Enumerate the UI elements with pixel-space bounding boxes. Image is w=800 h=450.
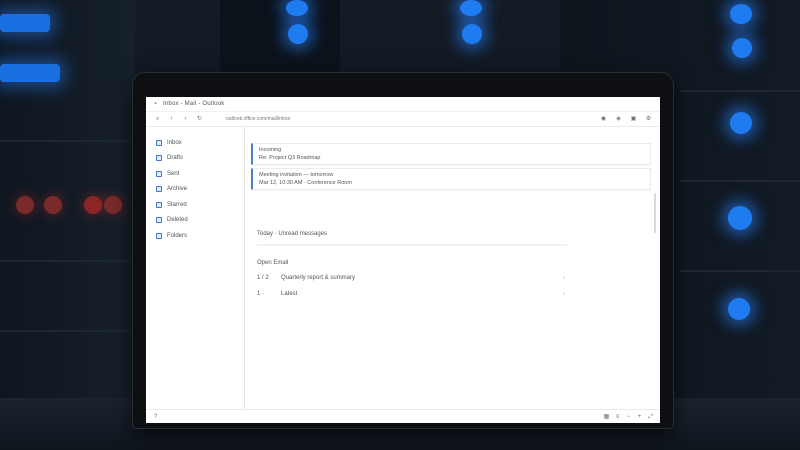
inbox-icon — [156, 139, 162, 146]
rack-shelf — [0, 140, 135, 142]
lock-icon[interactable]: ▣ — [630, 116, 637, 123]
rack-shelf — [680, 90, 800, 92]
server-light — [44, 196, 62, 214]
scrollbar[interactable] — [654, 193, 656, 233]
item-index: 1 · — [257, 291, 265, 297]
chevron-right-icon: › — [563, 291, 565, 297]
forward-icon[interactable]: › — [182, 116, 189, 123]
chevron-right-icon: › — [563, 275, 565, 281]
item-title: Quarterly report & summary — [281, 275, 356, 281]
sidebar-item-label: Inbox — [167, 139, 182, 146]
item-title: Latest — [281, 291, 298, 297]
sidebar-item-starred[interactable]: Starred — [146, 197, 244, 213]
sidebar-item-label: Sent — [167, 170, 180, 177]
eye-icon[interactable]: ◉ — [600, 116, 607, 123]
refresh-icon[interactable]: ↻ — [196, 116, 203, 123]
list-icon[interactable]: ≡ — [614, 414, 621, 421]
zoom-in-icon[interactable]: + — [636, 414, 643, 421]
server-light — [286, 0, 308, 16]
rack-shelf — [0, 260, 135, 262]
title-bar: ▪ Inbox - Mail - Outlook — [146, 97, 660, 112]
drafts-icon — [156, 155, 162, 162]
sidebar-item-archive[interactable]: Archive — [146, 182, 244, 198]
server-light — [104, 196, 122, 214]
rack-shelf — [680, 270, 800, 272]
server-light — [728, 298, 750, 320]
server-light — [462, 24, 482, 44]
sent-icon — [156, 170, 162, 177]
sidebar-item-folders[interactable]: Folders — [146, 228, 244, 244]
server-light — [0, 14, 50, 32]
section-title: Today · Unread messages — [257, 231, 328, 237]
fullscreen-icon[interactable]: ⤢ — [647, 414, 654, 421]
list-item[interactable]: 1 / 2 Quarterly report & summary › — [257, 273, 565, 283]
sidebar-item-label: Folders — [167, 232, 188, 239]
sidebar-item-drafts[interactable]: Drafts — [146, 151, 244, 167]
shield-icon[interactable]: ◈ — [615, 116, 622, 123]
list-item[interactable]: 1 · Latest › — [257, 289, 565, 299]
star-icon — [156, 201, 162, 208]
server-light — [16, 196, 34, 214]
message-sender: Incoming — [259, 147, 282, 153]
message-pane: Incoming Re: Project Q3 Roadmap Meeting … — [245, 127, 660, 409]
window-title: Inbox - Mail - Outlook — [163, 101, 225, 107]
message-sender: Meeting invitation — tomorrow — [259, 172, 334, 178]
archive-icon — [156, 186, 162, 193]
server-light — [730, 4, 752, 24]
settings-icon[interactable]: ⚙ — [645, 116, 652, 123]
zoom-out-icon[interactable]: − — [625, 414, 632, 421]
status-bar: ? ▦ ≡ − + ⤢ — [146, 409, 660, 423]
search-icon[interactable]: ⌕ — [154, 116, 161, 123]
item-index: 1 / 2 — [257, 275, 269, 281]
sidebar-item-deleted[interactable]: Deleted — [146, 213, 244, 229]
server-light — [0, 64, 60, 82]
sidebar-item-label: Starred — [167, 201, 187, 208]
server-light — [288, 24, 308, 44]
sidebar-item-label: Archive — [167, 186, 188, 193]
rack-shelf — [0, 330, 135, 332]
list-header: Open Email — [257, 260, 289, 266]
server-light — [728, 206, 752, 230]
sidebar-item-label: Drafts — [167, 155, 184, 162]
sidebar-item-inbox[interactable]: Inbox — [146, 135, 244, 151]
grid-icon[interactable]: ▦ — [603, 414, 610, 421]
laptop-screen: ▪ Inbox - Mail - Outlook ⌕ ‹ › ↻ outlook… — [146, 97, 660, 423]
sidebar-item-sent[interactable]: Sent — [146, 166, 244, 182]
message-subject: Mar 12, 10:30 AM · Conference Room — [259, 180, 352, 186]
sidebar: Inbox Drafts Sent Archive Starred Delete… — [146, 127, 245, 409]
folder-icon — [156, 232, 162, 239]
trash-icon — [156, 217, 162, 224]
help-icon[interactable]: ? — [152, 414, 159, 421]
server-light — [84, 196, 102, 214]
sidebar-item-label: Deleted — [167, 217, 188, 224]
message-subject: Re: Project Q3 Roadmap — [259, 155, 321, 161]
divider — [257, 244, 567, 246]
rack-shelf — [680, 180, 800, 182]
server-light — [460, 0, 482, 16]
address-bar[interactable]: outlook.office.com/mail/inbox — [226, 116, 290, 122]
back-icon[interactable]: ‹ — [168, 116, 175, 123]
message-card[interactable]: Incoming Re: Project Q3 Roadmap — [251, 143, 651, 165]
server-light — [732, 38, 752, 58]
server-light — [730, 112, 752, 134]
toolbar: ⌕ ‹ › ↻ outlook.office.com/mail/inbox ◉ … — [146, 112, 660, 127]
message-card[interactable]: Meeting invitation — tomorrow Mar 12, 10… — [251, 168, 651, 190]
app-icon: ▪ — [154, 100, 157, 107]
